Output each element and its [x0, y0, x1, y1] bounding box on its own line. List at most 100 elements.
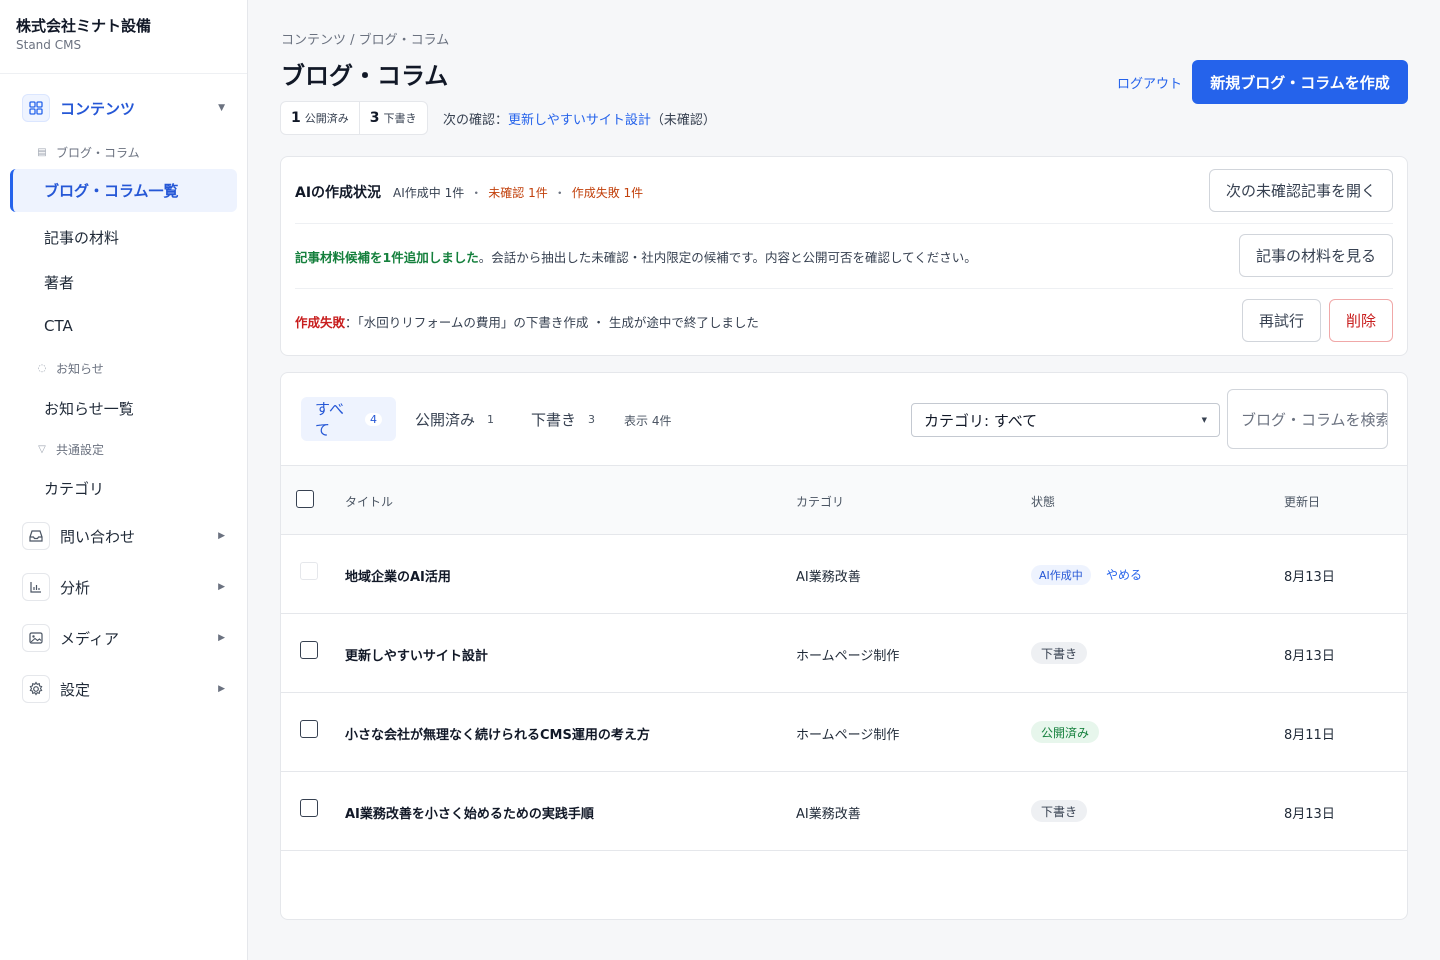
nav-section-blog: ▤ ブログ・コラム	[36, 144, 140, 161]
next-check: 次の確認：更新しやすいサイト設計（未確認）	[443, 109, 716, 128]
chevron-down-icon: ▼	[1201, 416, 1207, 424]
tab-published[interactable]: 公開済み 1	[401, 397, 508, 441]
column-status[interactable]: 状態	[1031, 493, 1055, 510]
sidebar: 株式会社ミナト設備 Stand CMS コンテンツ ▼ ▤ ブログ・コラム ブロ…	[0, 0, 248, 960]
post-title[interactable]: 地域企業のAI活用	[345, 566, 451, 585]
published-count: 1 公開済み	[281, 102, 359, 134]
status-badge: AI作成中	[1031, 565, 1091, 585]
tab-count: 1	[487, 412, 495, 426]
row-checkbox	[300, 562, 318, 580]
next-check-link[interactable]: 更新しやすいサイト設計	[508, 113, 651, 128]
bell-icon: ◌	[37, 363, 47, 374]
post-title[interactable]: 更新しやすいサイト設計	[345, 645, 488, 664]
table-row[interactable]: 更新しやすいサイト設計 ホームページ制作 下書き 8月13日	[281, 614, 1407, 693]
brand: 株式会社ミナト設備 Stand CMS	[0, 0, 247, 74]
status-badge: 下書き	[1031, 800, 1088, 822]
row-checkbox[interactable]	[300, 799, 318, 817]
tab-label: 下書き	[531, 410, 577, 429]
document-icon: ▤	[37, 147, 47, 158]
view-materials-button[interactable]: 記事の材料を見る	[1239, 234, 1393, 277]
material-notice-rest: 。会話から抽出した未確認・社内限定の候補です。内容と公開可否を確認してください。	[478, 250, 977, 265]
nav-group-media[interactable]: メディア ▶	[22, 622, 225, 654]
column-updated[interactable]: 更新日	[1284, 493, 1320, 510]
table-row[interactable]: AI業務改善を小さく始めるための実践手順 AI業務改善 下書き 8月13日	[281, 772, 1407, 851]
category-select-value: カテゴリ: すべて	[924, 411, 1038, 430]
nav-section-news: ◌ お知らせ	[36, 360, 104, 377]
create-post-button[interactable]: 新規ブログ・コラムを作成	[1192, 60, 1408, 104]
post-category: AI業務改善	[796, 807, 861, 822]
sidebar-item-news-list[interactable]: お知らせ一覧	[44, 398, 134, 419]
nav-section-label: お知らせ	[56, 362, 104, 376]
table-row[interactable]: 小さな会社が無理なく続けられるCMS運用の考え方 ホームページ制作 公開済み 8…	[281, 693, 1407, 772]
table-header: タイトル カテゴリ 状態 更新日	[281, 465, 1407, 535]
inbox-icon	[22, 522, 50, 550]
retry-button[interactable]: 再試行	[1242, 299, 1321, 342]
status-badge: 下書き	[1031, 642, 1088, 664]
nav-section-label: ブログ・コラム	[56, 146, 140, 160]
material-notice-text: 記事材料候補を1件追加しました。会話から抽出した未確認・社内限定の候補です。内容…	[295, 247, 977, 266]
ai-status-card: AIの作成状況 AI作成中 1件・未確認 1件・作成失敗 1件 次の未確認記事を…	[280, 156, 1408, 356]
failure-label: 作成失敗	[295, 315, 346, 330]
shown-count: 表示 4件	[624, 414, 672, 428]
product-name: Stand CMS	[16, 38, 82, 52]
chart-icon	[22, 573, 50, 601]
sidebar-item-materials[interactable]: 記事の材料	[44, 227, 119, 248]
draft-count-label: 下書き	[383, 112, 417, 125]
post-title[interactable]: 小さな会社が無理なく続けられるCMS運用の考え方	[345, 724, 650, 743]
next-check-label: 次の確認：	[443, 113, 509, 128]
post-updated: 8月13日	[1284, 570, 1335, 585]
sidebar-item-cta[interactable]: CTA	[44, 317, 73, 335]
status-counts: 1 公開済み 3 下書き	[280, 101, 428, 135]
separator: ・	[470, 185, 483, 200]
post-updated: 8月11日	[1284, 728, 1335, 743]
failure-notice: 作成失敗：「水回りリフォームの費用」の下書き作成 ・ 生成が途中で終了しました	[295, 312, 1393, 331]
nav-group-label: コンテンツ	[60, 99, 136, 118]
nav-group-label: 分析	[60, 578, 91, 597]
material-notice-strong: 記事材料候補を1件追加しました	[295, 250, 479, 265]
logout-link[interactable]: ログアウト	[1117, 73, 1182, 92]
nav-group-contents[interactable]: コンテンツ ▼	[22, 92, 225, 124]
select-all-checkbox[interactable]	[296, 490, 314, 508]
breadcrumb: コンテンツ / ブログ・コラム	[281, 33, 450, 48]
sidebar-item-blog-list[interactable]: ブログ・コラム一覧	[10, 169, 237, 212]
post-title[interactable]: AI業務改善を小さく始めるための実践手順	[345, 803, 594, 822]
published-count-label: 公開済み	[304, 112, 349, 125]
column-category[interactable]: カテゴリ	[796, 493, 844, 510]
filter-icon: ▽	[38, 444, 46, 455]
material-notice: 記事材料候補を1件追加しました。会話から抽出した未確認・社内限定の候補です。内容…	[295, 247, 1393, 266]
page-title: ブログ・コラム	[281, 62, 449, 90]
company-name: 株式会社ミナト設備	[16, 17, 152, 35]
tab-label: すべて	[315, 400, 344, 439]
tab-count: 3	[588, 412, 596, 426]
table-row[interactable]: 地域企業のAI活用 AI業務改善 AI作成中 やめる 8月13日	[281, 535, 1407, 614]
nav-section-label: 共通設定	[56, 443, 105, 457]
post-category: AI業務改善	[796, 570, 861, 585]
sidebar-item-authors[interactable]: 著者	[44, 272, 74, 293]
category-select[interactable]: カテゴリ: すべて ▼	[911, 403, 1220, 437]
image-icon	[22, 624, 50, 652]
search-input[interactable]: ブログ・コラムを検索	[1227, 389, 1388, 449]
row-checkbox[interactable]	[300, 720, 318, 738]
cancel-generation-link[interactable]: やめる	[1106, 566, 1142, 583]
chevron-right-icon: ▶	[218, 582, 225, 592]
nav-group-inquiries[interactable]: 問い合わせ ▶	[22, 520, 225, 552]
chevron-right-icon: ▶	[218, 531, 225, 541]
tab-drafts[interactable]: 下書き 3	[517, 397, 609, 441]
column-title[interactable]: タイトル	[345, 493, 393, 510]
ai-unconfirmed: 未確認 1件	[488, 185, 548, 200]
nav-group-settings[interactable]: 設定 ▶	[22, 673, 225, 705]
published-count-number: 1	[291, 110, 301, 126]
sidebar-item-category[interactable]: カテゴリ	[44, 478, 104, 499]
divider	[295, 223, 1393, 224]
open-next-unconfirmed-button[interactable]: 次の未確認記事を開く	[1209, 169, 1393, 212]
failure-message: ：「水回りリフォームの費用」の下書き作成 ・ 生成が途中で終了しました	[345, 315, 759, 330]
grid-icon	[22, 94, 50, 122]
chevron-right-icon: ▶	[218, 684, 225, 694]
delete-button[interactable]: 削除	[1329, 299, 1393, 342]
row-checkbox[interactable]	[300, 641, 318, 659]
tab-all[interactable]: すべて 4	[301, 397, 396, 441]
nav-group-analytics[interactable]: 分析 ▶	[22, 571, 225, 603]
post-updated: 8月13日	[1284, 649, 1335, 664]
failure-notice-text: 作成失敗：「水回りリフォームの費用」の下書き作成 ・ 生成が途中で終了しました	[295, 312, 759, 331]
nav-group-label: 設定	[60, 680, 91, 699]
